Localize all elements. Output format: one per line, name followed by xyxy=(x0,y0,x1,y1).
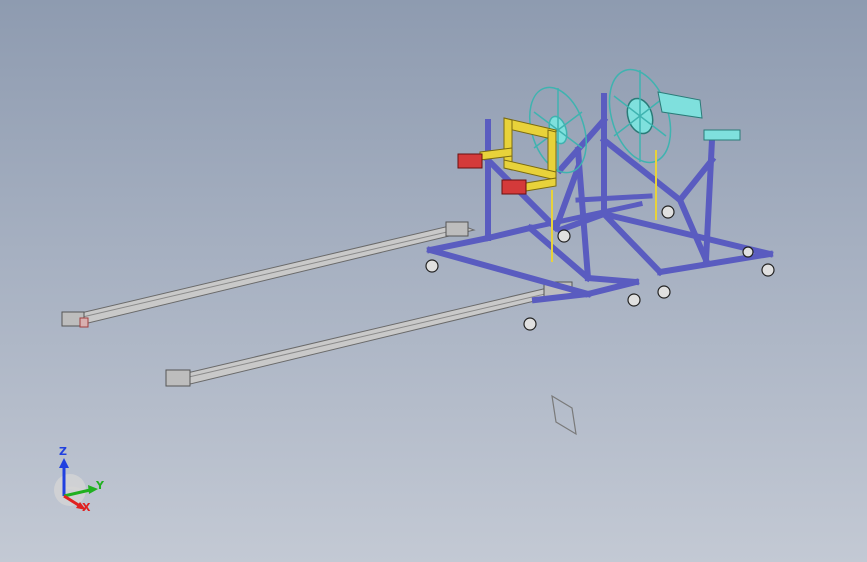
sketch-plane-icon[interactable] xyxy=(551,394,577,436)
rail-lower-end-block xyxy=(165,369,191,387)
triad-z-label: Z xyxy=(59,445,67,458)
triad-x-label: X xyxy=(82,501,91,514)
assembly-model[interactable] xyxy=(0,0,867,562)
rail-lower-body xyxy=(168,285,574,386)
rail-upper-body xyxy=(66,223,476,325)
rear-stand-frame[interactable] xyxy=(555,93,774,277)
triad-y-label: Y xyxy=(96,479,104,492)
rail-lower[interactable] xyxy=(165,281,574,387)
rail-upper[interactable] xyxy=(61,221,476,328)
xyz-axis-triad-icon[interactable] xyxy=(54,458,98,510)
rail-lower-groove xyxy=(175,289,563,381)
cad-3d-viewport[interactable]: Z Y X xyxy=(0,0,867,562)
rail-upper-groove xyxy=(73,227,465,320)
rail-upper-far-block xyxy=(445,221,469,237)
rail-upper-end-cap-red xyxy=(79,317,89,328)
spool-rear[interactable] xyxy=(599,62,682,171)
